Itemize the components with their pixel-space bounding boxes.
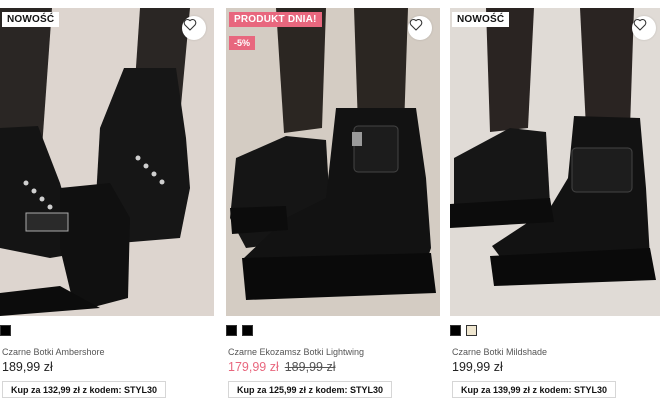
color-swatches <box>226 325 253 336</box>
promo-code-button[interactable]: Kup za 125,99 zł z kodem: STYL30 <box>228 381 393 398</box>
old-price: 189,99 zł <box>284 360 336 374</box>
price: 189,99 zł <box>2 360 53 374</box>
price-row: 199,99 zł <box>452 360 503 374</box>
wishlist-button[interactable] <box>182 16 206 40</box>
product-image[interactable]: NOWOŚĆ <box>450 8 660 316</box>
product-name[interactable]: Czarne Botki Ambershore <box>2 347 105 357</box>
sale-price: 179,99 zł <box>228 360 279 374</box>
boot-photo-lightwing <box>226 8 440 316</box>
price-row: 189,99 zł <box>2 360 53 374</box>
product-card[interactable]: NOWOŚĆ Czarne Botki Ambershore 189,99 zł… <box>0 8 214 400</box>
product-name[interactable]: Czarne Botki Mildshade <box>452 347 547 357</box>
color-swatch[interactable] <box>0 325 11 336</box>
color-swatch[interactable] <box>226 325 237 336</box>
product-card[interactable]: NOWOŚĆ Czarne Botki Mildshade 199,99 zł … <box>450 8 660 400</box>
color-swatches <box>450 325 477 336</box>
badge-deal-of-day: PRODUKT DNIA! <box>229 12 322 27</box>
boot-photo-mildshade <box>450 8 660 316</box>
badge-discount: -5% <box>229 36 256 50</box>
badge-new: NOWOŚĆ <box>2 12 60 27</box>
product-card[interactable]: PRODUKT DNIA! -5% Czarne Ekozamsz Botki … <box>226 8 440 400</box>
price-row: 179,99 zł 189,99 zł <box>228 360 335 374</box>
product-image[interactable]: PRODUKT DNIA! -5% <box>226 8 440 316</box>
wishlist-button[interactable] <box>632 16 656 40</box>
color-swatches <box>0 325 11 336</box>
product-image[interactable]: NOWOŚĆ <box>0 8 214 316</box>
price: 199,99 zł <box>452 360 503 374</box>
heart-outline-icon <box>409 19 423 31</box>
promo-code-button[interactable]: Kup za 132,99 zł z kodem: STYL30 <box>2 381 167 398</box>
boot-photo-ambershore <box>0 8 214 316</box>
heart-outline-icon <box>183 19 197 31</box>
color-swatch[interactable] <box>242 325 253 336</box>
wishlist-button[interactable] <box>408 16 432 40</box>
color-swatch[interactable] <box>466 325 477 336</box>
badge-new: NOWOŚĆ <box>452 12 510 27</box>
product-name[interactable]: Czarne Ekozamsz Botki Lightwing <box>228 347 364 357</box>
heart-outline-icon <box>633 19 647 31</box>
promo-code-button[interactable]: Kup za 139,99 zł z kodem: STYL30 <box>452 381 617 398</box>
color-swatch[interactable] <box>450 325 461 336</box>
